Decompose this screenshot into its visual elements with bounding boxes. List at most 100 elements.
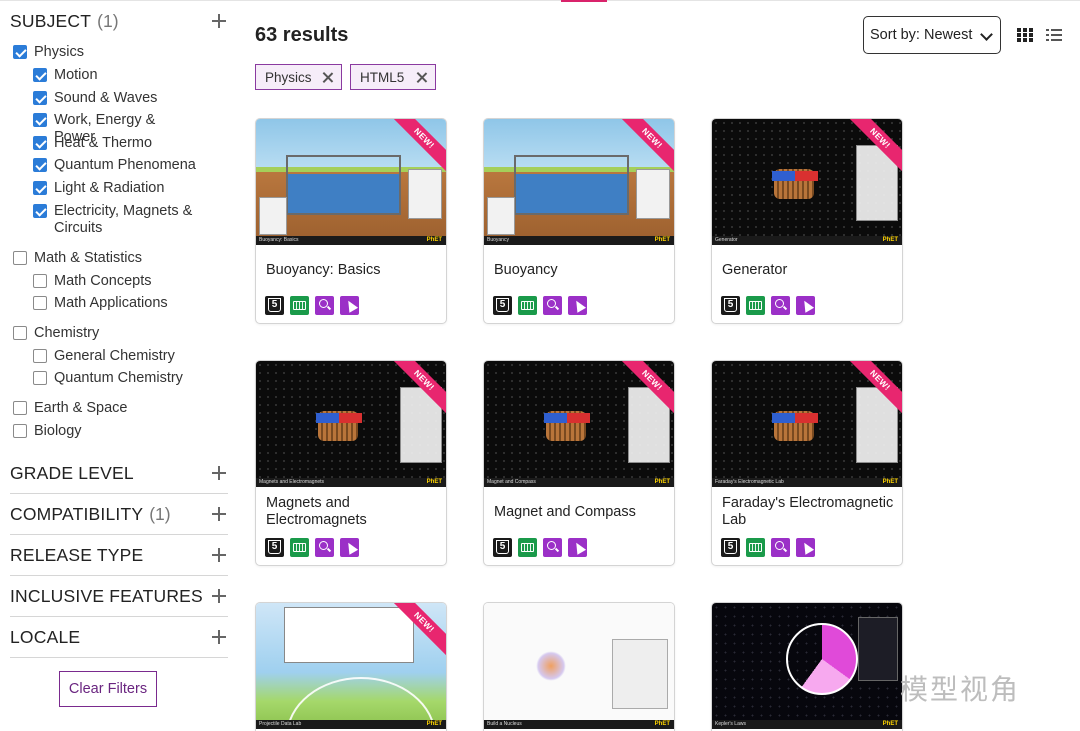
plus-icon[interactable] xyxy=(212,630,226,644)
filter-section-header[interactable]: INCLUSIVE FEATURES xyxy=(10,576,228,617)
filter-section-header[interactable]: LOCALE xyxy=(10,617,228,658)
card-title[interactable]: Buoyancy xyxy=(494,262,669,279)
simulation-card[interactable]: Buoyancy: Basics PhET NEW! Buoyancy: Basics xyxy=(255,118,447,324)
simulation-card[interactable]: Buoyancy PhET NEW! Buoyancy xyxy=(483,118,675,324)
simulation-thumbnail[interactable]: Buoyancy PhET NEW! xyxy=(484,119,674,245)
filter-chip-html5[interactable]: HTML5 xyxy=(350,64,436,90)
card-title[interactable]: Magnets and Electromagnets xyxy=(266,495,441,529)
simulation-thumbnail[interactable]: Buoyancy: Basics PhET NEW! xyxy=(256,119,446,245)
control-panel xyxy=(259,197,287,235)
chevron-down-icon xyxy=(980,28,993,41)
simulation-card[interactable]: Projectile Data Lab PhET NEW! xyxy=(255,602,447,731)
simulation-thumbnail[interactable]: Generator PhET NEW! xyxy=(712,119,902,245)
subject-filter-item[interactable]: Chemistry xyxy=(13,325,213,342)
plus-icon[interactable] xyxy=(212,466,226,480)
subject-filter-item[interactable]: Earth & Space xyxy=(13,400,213,417)
checkbox-unchecked[interactable] xyxy=(33,349,47,363)
subject-filter-item[interactable]: Biology xyxy=(13,423,213,440)
phet-logo: PhET xyxy=(882,721,898,727)
subject-filter-item[interactable]: Electricity, Magnets & Circuits xyxy=(33,203,198,237)
filter-chip-physics[interactable]: Physics xyxy=(255,64,342,90)
card-title[interactable]: Faraday's Electromagnetic Lab xyxy=(722,495,897,529)
phet-logo: PhET xyxy=(426,237,442,243)
checkbox-checked[interactable] xyxy=(33,91,47,105)
checkbox-checked[interactable] xyxy=(13,45,27,59)
subject-filter-label: Sound & Waves xyxy=(54,90,158,106)
simulation-card[interactable]: Kepler's Laws PhET xyxy=(711,602,903,731)
checkbox-checked[interactable] xyxy=(33,204,47,218)
simulation-thumbnail[interactable]: Build a Nucleus PhET xyxy=(484,603,674,729)
plus-icon[interactable] xyxy=(212,507,226,521)
subject-section-header[interactable]: SUBJECT (1) xyxy=(10,0,228,42)
grid-view-icon[interactable] xyxy=(1017,28,1033,42)
plus-icon[interactable] xyxy=(212,548,226,562)
phet-logo: PhET xyxy=(426,721,442,727)
filter-section-header[interactable]: COMPATIBILITY (1) xyxy=(10,494,228,535)
filter-section-header[interactable]: GRADE LEVEL xyxy=(10,453,228,494)
simulation-thumbnail[interactable]: Projectile Data Lab PhET NEW! xyxy=(256,603,446,729)
simulation-card[interactable]: Build a Nucleus PhET xyxy=(483,602,675,731)
feature-badges xyxy=(493,538,593,557)
simulation-thumbnail[interactable]: Magnets and Electromagnets PhET NEW! xyxy=(256,361,446,487)
zoom-icon xyxy=(543,538,562,557)
checkbox-checked[interactable] xyxy=(33,68,47,82)
checkbox-unchecked[interactable] xyxy=(33,274,47,288)
phet-logo: PhET xyxy=(654,237,670,243)
simulation-thumbnail[interactable]: Magnet and Compass PhET NEW! xyxy=(484,361,674,487)
subject-filter-item[interactable]: General Chemistry xyxy=(33,348,198,365)
pointer-icon xyxy=(568,296,587,315)
sort-select[interactable]: Sort by: Newest xyxy=(863,16,1001,54)
watermark-text: 模型视角 xyxy=(900,673,1021,706)
subject-filter-item[interactable]: Quantum Phenomena xyxy=(33,157,198,174)
checkbox-checked[interactable] xyxy=(33,136,47,150)
subject-filter-item[interactable]: Motion xyxy=(33,67,198,84)
filter-section-title: GRADE LEVEL xyxy=(10,462,134,483)
checkbox-checked[interactable] xyxy=(33,181,47,195)
pointer-icon xyxy=(796,538,815,557)
close-icon[interactable] xyxy=(322,72,333,83)
subject-filter-item[interactable]: Quantum Chemistry xyxy=(33,370,198,387)
list-view-icon[interactable] xyxy=(1046,28,1062,42)
simulation-card[interactable]: Magnet and Compass PhET NEW! Magnet and Com… xyxy=(483,360,675,566)
checkbox-unchecked[interactable] xyxy=(33,371,47,385)
checkbox-unchecked[interactable] xyxy=(33,296,47,310)
html5-icon xyxy=(721,296,740,315)
card-title[interactable]: Magnet and Compass xyxy=(494,504,669,521)
chip-label: HTML5 xyxy=(360,69,405,85)
subject-filter-item[interactable]: Heat & Thermo xyxy=(33,135,198,152)
subject-filter-item[interactable]: Physics xyxy=(13,44,213,61)
simulation-card[interactable]: Magnets and Electromagnets PhET NEW! Magnet… xyxy=(255,360,447,566)
card-title[interactable]: Buoyancy: Basics xyxy=(266,262,441,279)
subject-filter-label: Biology xyxy=(34,423,82,439)
subject-filter-item[interactable]: Sound & Waves xyxy=(33,90,198,107)
simulation-thumbnail[interactable]: Kepler's Laws PhET xyxy=(712,603,902,729)
checkbox-checked[interactable] xyxy=(33,113,47,127)
close-icon[interactable] xyxy=(416,72,427,83)
html5-icon xyxy=(493,296,512,315)
control-panel xyxy=(487,197,515,235)
plus-icon[interactable] xyxy=(212,14,226,28)
checkbox-unchecked[interactable] xyxy=(13,251,27,265)
subject-filter-item[interactable]: Math Concepts xyxy=(33,273,198,290)
checkbox-unchecked[interactable] xyxy=(13,401,27,415)
subject-filter-item[interactable]: Math Applications xyxy=(33,295,198,312)
zoom-icon xyxy=(771,538,790,557)
sim-navbar-title: Magnet and Compass xyxy=(487,479,536,485)
checkbox-unchecked[interactable] xyxy=(13,326,27,340)
control-panel xyxy=(408,169,442,219)
simulation-thumbnail[interactable]: Faraday's Electromagnetic Lab PhET NEW! xyxy=(712,361,902,487)
checkbox-checked[interactable] xyxy=(33,158,47,172)
card-title[interactable]: Generator xyxy=(722,262,897,279)
clear-filters-button[interactable]: Clear Filters xyxy=(59,671,157,707)
plus-icon[interactable] xyxy=(212,589,226,603)
water-tank xyxy=(514,155,629,215)
subject-filter-item[interactable]: Math & Statistics xyxy=(13,250,213,267)
simulation-card[interactable]: Faraday's Electromagnetic Lab PhET NEW! Far… xyxy=(711,360,903,566)
subject-filter-item[interactable]: Light & Radiation xyxy=(33,180,198,197)
orbit-illustration xyxy=(786,623,858,695)
filter-section-header[interactable]: RELEASE TYPE xyxy=(10,535,228,576)
checkbox-unchecked[interactable] xyxy=(13,424,27,438)
feature-badges xyxy=(493,296,593,315)
subject-filter-label: Light & Radiation xyxy=(54,180,165,196)
simulation-card[interactable]: Generator PhET NEW! Generator xyxy=(711,118,903,324)
